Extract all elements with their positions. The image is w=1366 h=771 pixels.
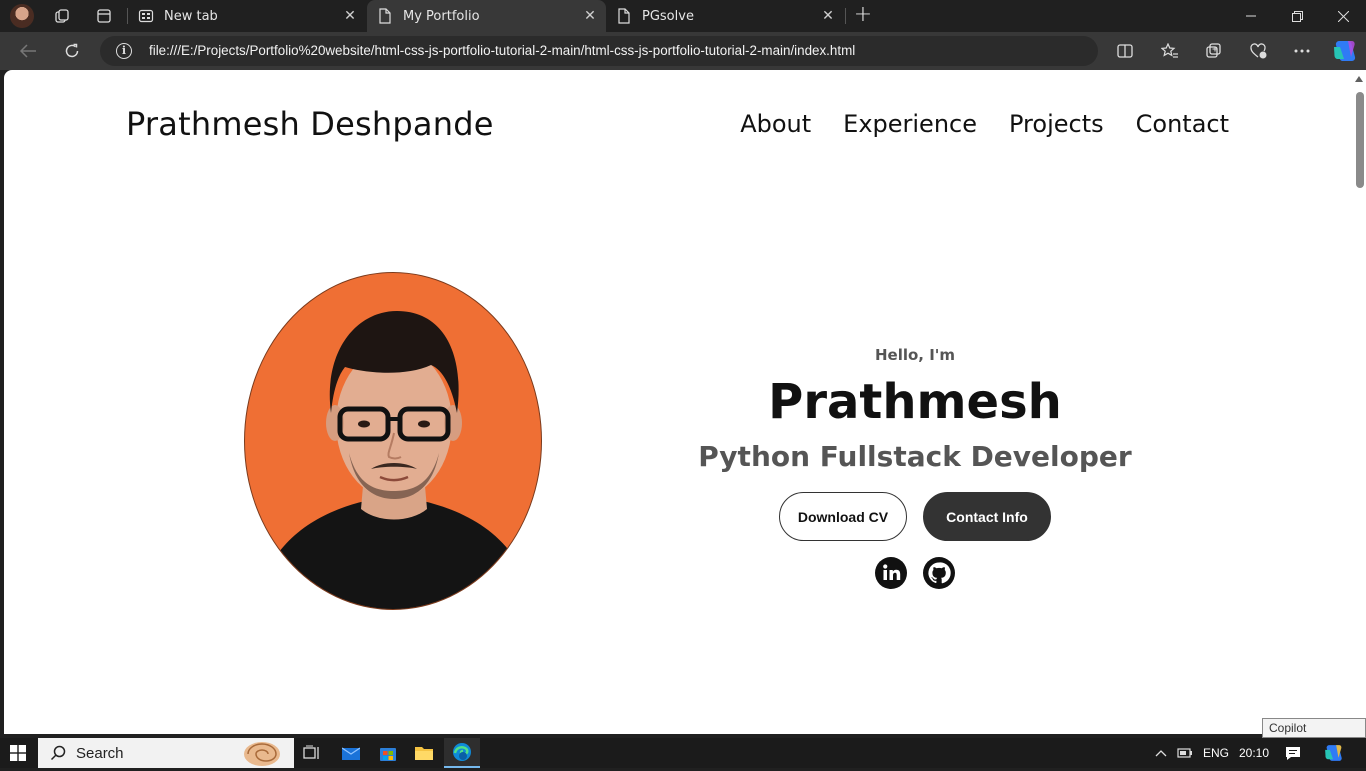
document-favicon-icon — [616, 8, 632, 24]
new-tab-button[interactable]: + — [850, 4, 876, 28]
restore-icon[interactable] — [1274, 0, 1320, 32]
new-tab-favicon-icon — [138, 8, 154, 24]
search-highlight-icon — [242, 739, 284, 771]
microsoft-store-icon[interactable] — [374, 738, 402, 768]
back-arrow-icon[interactable] — [14, 37, 42, 65]
close-window-icon[interactable] — [1320, 0, 1366, 32]
network-icon[interactable] — [1175, 738, 1195, 768]
windows-taskbar: Search ENG 20:10 — [0, 738, 1366, 768]
main-nav: About Experience Projects Contact — [740, 110, 1229, 138]
more-options-icon[interactable] — [1288, 37, 1316, 65]
collections-icon[interactable] — [1200, 37, 1228, 65]
tab-new-tab[interactable]: New tab ✕ — [128, 0, 366, 32]
search-label: Search — [76, 744, 124, 762]
tab-title: PGsolve — [642, 8, 694, 24]
tab-my-portfolio[interactable]: My Portfolio ✕ — [367, 0, 606, 32]
task-view-icon[interactable] — [298, 738, 326, 768]
page-scrollbar[interactable] — [1352, 70, 1366, 734]
clock[interactable]: 20:10 — [1236, 738, 1272, 768]
taskbar-search-box[interactable]: Search — [38, 738, 294, 768]
split-screen-icon[interactable] — [1111, 37, 1139, 65]
browser-toolbar: i file:///E:/Projects/Portfolio%20websit… — [0, 32, 1366, 70]
page-viewport: Prathmesh Deshpande About Experience Pro… — [4, 70, 1366, 734]
profile-picture — [244, 272, 542, 610]
edge-taskbar-icon[interactable] — [444, 738, 480, 768]
contact-info-button[interactable]: Contact Info — [923, 492, 1051, 541]
close-tab-icon[interactable]: ✕ — [578, 4, 602, 28]
windows-start-icon[interactable] — [0, 738, 36, 768]
nav-about[interactable]: About — [740, 110, 811, 138]
nav-projects[interactable]: Projects — [1009, 110, 1104, 138]
refresh-icon[interactable] — [58, 37, 86, 65]
file-explorer-icon[interactable] — [410, 738, 438, 768]
address-bar[interactable]: i file:///E:/Projects/Portfolio%20websit… — [100, 36, 1098, 66]
copilot-taskbar-icon[interactable] — [1318, 738, 1348, 768]
download-cv-button[interactable]: Download CV — [779, 492, 907, 541]
close-tab-icon[interactable]: ✕ — [338, 4, 362, 28]
copilot-icon[interactable] — [1330, 37, 1358, 65]
url-text[interactable]: file:///E:/Projects/Portfolio%20website/… — [149, 43, 855, 58]
hero-name: Prathmesh — [768, 374, 1062, 430]
minimize-icon[interactable] — [1228, 0, 1274, 32]
tab-strip: New tab ✕ My Portfolio ✕ PGsolve ✕ + — [0, 0, 1366, 32]
social-links — [615, 557, 1215, 589]
copilot-tooltip: Copilot (preview) — [1262, 718, 1366, 753]
profile-avatar[interactable] — [10, 4, 34, 28]
scrollbar-thumb[interactable] — [1356, 92, 1364, 188]
search-icon — [50, 745, 66, 765]
scroll-up-icon[interactable] — [1355, 76, 1363, 82]
nav-contact[interactable]: Contact — [1136, 110, 1229, 138]
close-tab-icon[interactable]: ✕ — [816, 4, 840, 28]
linkedin-icon[interactable] — [875, 557, 907, 589]
tab-title: My Portfolio — [403, 8, 480, 24]
tab-title: New tab — [164, 8, 218, 24]
tab-actions-icon[interactable] — [92, 4, 116, 28]
browser-essentials-icon[interactable] — [1245, 37, 1273, 65]
nav-experience[interactable]: Experience — [843, 110, 977, 138]
hero-greeting: Hello, I'm — [874, 346, 956, 364]
hero-role: Python Fullstack Developer — [698, 440, 1132, 473]
document-favicon-icon — [377, 8, 393, 24]
show-hidden-icons-icon[interactable] — [1152, 738, 1170, 768]
hero-section: Hello, I'm Prathmesh Python Fullstack De… — [615, 346, 1215, 589]
language-indicator[interactable]: ENG — [1200, 738, 1232, 768]
notifications-icon[interactable] — [1280, 738, 1306, 768]
tab-pgsolve[interactable]: PGsolve ✕ — [606, 0, 844, 32]
mail-icon[interactable] — [337, 738, 365, 768]
site-logo[interactable]: Prathmesh Deshpande — [126, 105, 494, 143]
workspaces-icon[interactable] — [50, 4, 74, 28]
hero-buttons: Download CV Contact Info — [615, 492, 1215, 541]
favorites-icon[interactable] — [1156, 37, 1184, 65]
site-info-icon[interactable]: i — [116, 43, 132, 59]
github-icon[interactable] — [923, 557, 955, 589]
